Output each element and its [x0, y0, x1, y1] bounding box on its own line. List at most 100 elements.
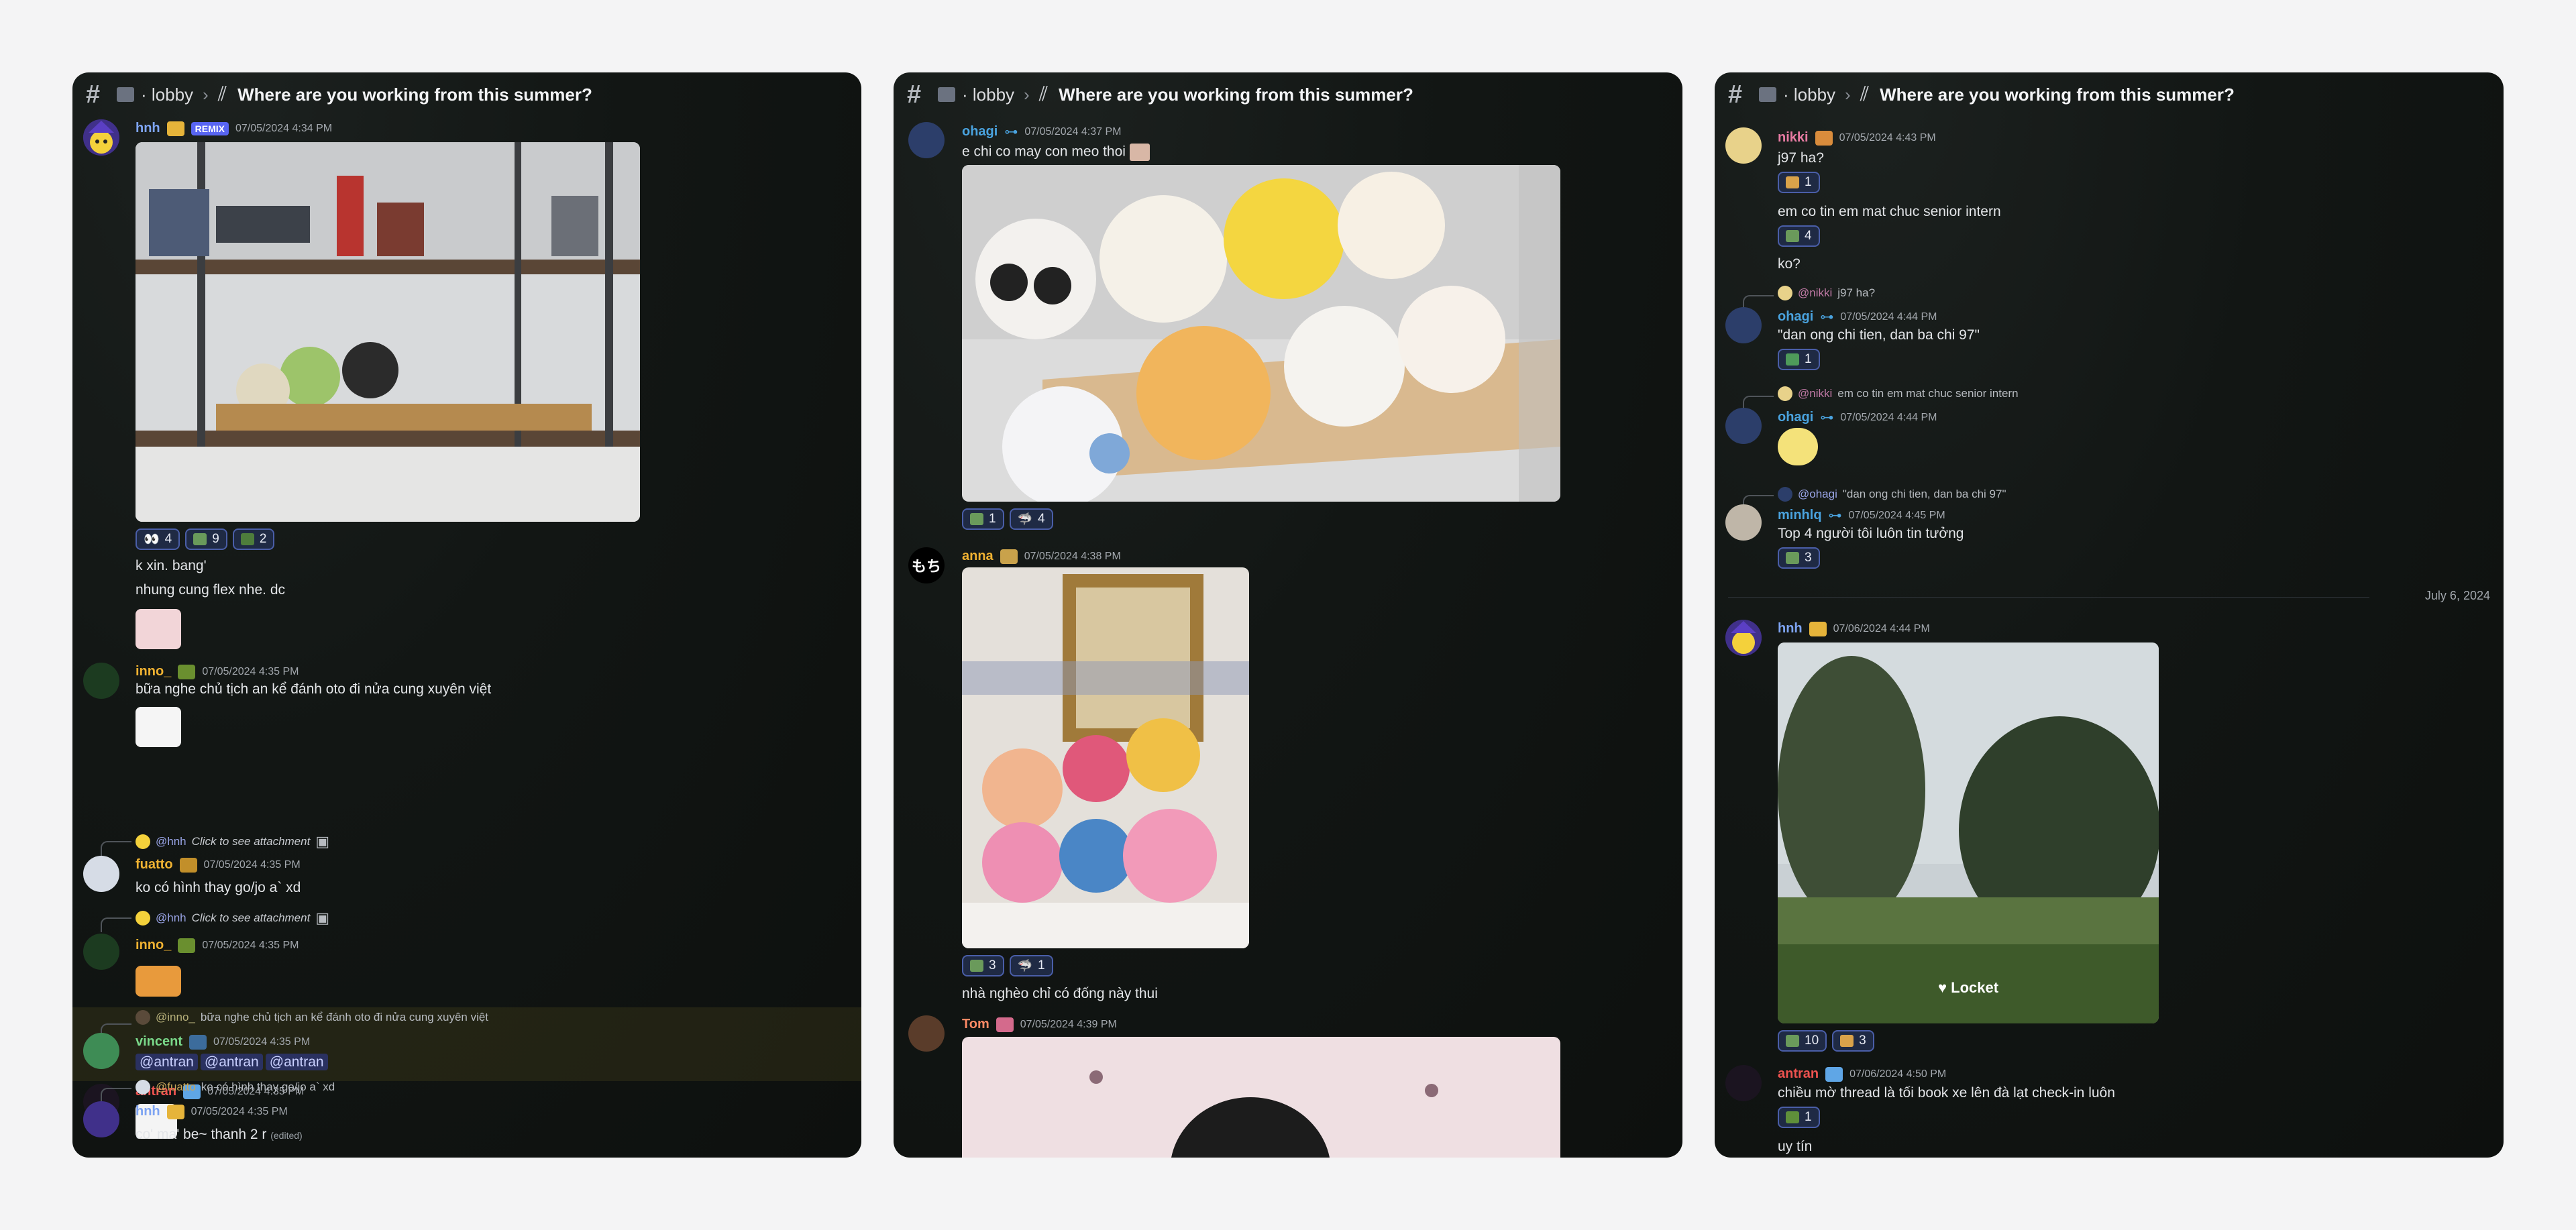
channel-name[interactable]: lobby [152, 85, 193, 105]
reaction-thumb[interactable]: 3 [1832, 1030, 1874, 1052]
username[interactable]: inno_ [136, 664, 171, 679]
reaction-shark[interactable]: 🦈 1 [1009, 955, 1053, 976]
reaction-frog[interactable]: 9 [185, 528, 227, 550]
channel-name[interactable]: lobby [973, 85, 1014, 105]
frog-icon [1786, 230, 1799, 242]
avatar[interactable] [1725, 504, 1762, 541]
reaction-money[interactable]: 1 [1778, 349, 1820, 370]
avatar[interactable] [908, 1015, 945, 1052]
username[interactable]: nikki [1778, 130, 1809, 146]
reaction-shark[interactable]: 🦈 4 [1009, 508, 1053, 530]
username[interactable]: minhlq [1778, 508, 1822, 523]
threads-hash-icon[interactable]: # [907, 80, 936, 109]
message-text: em co tin em mat chuc senior intern [1778, 204, 2001, 219]
reply-preview[interactable]: @fuatto ko có hình thay go/jo a` xd [136, 1080, 335, 1095]
chevron-right-icon: › [1024, 84, 1030, 105]
timestamp: 07/05/2024 4:34 PM [235, 122, 333, 134]
sticker-image[interactable] [1778, 428, 1818, 465]
avatar[interactable] [83, 856, 119, 892]
reaction-frog[interactable]: 4 [1778, 225, 1820, 247]
image-attachment-shelf[interactable] [136, 142, 640, 522]
image-attachment-trees[interactable]: ♥ Locket [1778, 642, 2159, 1023]
message-header: Tom 07/05/2024 4:39 PM [962, 1017, 1117, 1032]
user-mention[interactable]: @antran [200, 1054, 263, 1070]
avatar[interactable] [83, 1033, 119, 1069]
sticker-image[interactable] [136, 707, 181, 747]
reaction-frog[interactable]: 3 [1778, 547, 1820, 569]
check-icon [1786, 1111, 1799, 1123]
username[interactable]: vincent [136, 1034, 182, 1050]
reply-preview[interactable]: @hnh Click to see attachment ▣ [136, 833, 329, 850]
username[interactable]: ohagi [1778, 309, 1813, 325]
avatar[interactable] [83, 663, 119, 699]
username[interactable]: fuatto [136, 857, 173, 873]
avatar[interactable] [1725, 1065, 1762, 1101]
message-text-body: e chi co may con meo thoi [962, 144, 1126, 160]
username[interactable]: hnh [1778, 621, 1803, 636]
reply-preview[interactable]: @ohagi "dan ong chi tien, dan ba chi 97" [1778, 487, 2006, 502]
avatar[interactable] [1725, 408, 1762, 444]
avatar[interactable]: もち [908, 547, 945, 583]
reaction-thumb[interactable]: 1 [1778, 172, 1820, 193]
reaction-frog[interactable]: 10 [1778, 1030, 1827, 1052]
threads-hash-icon[interactable]: # [86, 80, 115, 109]
avatar[interactable] [1725, 307, 1762, 343]
sticker-image[interactable] [136, 609, 181, 649]
user-mention[interactable]: @antran [265, 1054, 328, 1070]
username[interactable]: inno_ [136, 938, 171, 953]
frog-badge-icon [178, 938, 196, 953]
username[interactable]: ohagi [1778, 410, 1813, 425]
message-text: k xin. bang' [136, 558, 207, 573]
shark-icon: 🦈 [1017, 512, 1032, 526]
thread-title: Where are you working from this summer? [1059, 84, 1413, 105]
reply-preview[interactable]: @inno_ bữa nghe chủ tịch an kể đánh oto … [136, 1010, 488, 1025]
threads-hash-icon[interactable]: # [1728, 80, 1758, 109]
thumb-icon [1786, 176, 1799, 188]
message-header: anna 07/05/2024 4:38 PM [962, 549, 1121, 564]
thread-panel-1: # · lobby › ⫽ Where are you working from… [72, 72, 861, 1158]
reply-preview[interactable]: @nikki em co tin em mat chuc senior inte… [1778, 386, 2019, 401]
username[interactable]: Tom [962, 1017, 989, 1032]
reply-avatar [1778, 487, 1792, 502]
sticker-image[interactable] [136, 966, 181, 997]
reply-mention: @inno_ [156, 1011, 195, 1023]
user-mention[interactable]: @antran [136, 1054, 198, 1070]
reaction-count: 9 [212, 532, 219, 546]
avatar[interactable] [83, 934, 119, 970]
reaction-check[interactable]: 1 [1778, 1107, 1820, 1128]
username[interactable]: antran [1778, 1066, 1819, 1082]
username[interactable]: hnh [136, 121, 160, 136]
username[interactable]: anna [962, 549, 994, 564]
reaction-frog-hat[interactable]: 2 [232, 528, 275, 550]
image-attachment-photo[interactable] [962, 1037, 1560, 1158]
message-header: nikki 07/05/2024 4:43 PM [1778, 130, 1936, 146]
image-attachment-cats[interactable] [962, 165, 1560, 502]
reaction-eyes[interactable]: 👀 4 [136, 528, 180, 550]
reaction-frog[interactable]: 3 [962, 955, 1004, 976]
reply-preview[interactable]: @hnh Click to see attachment ▣ [136, 909, 329, 927]
username[interactable]: hnh [136, 1104, 160, 1119]
reaction-count: 1 [1805, 352, 1812, 366]
message-text: j97 ha? [1778, 150, 1824, 166]
timestamp: 07/05/2024 4:43 PM [1839, 131, 1936, 144]
heart-icon: ♥ [1937, 979, 1947, 996]
reaction-frog[interactable]: 1 [962, 508, 1004, 530]
timestamp: 07/05/2024 4:35 PM [202, 939, 299, 951]
avatar[interactable] [83, 119, 119, 156]
timestamp: 07/05/2024 4:37 PM [1024, 125, 1122, 137]
avatar[interactable] [908, 122, 945, 158]
image-attachment-plushies[interactable] [962, 567, 1249, 948]
avatar[interactable] [83, 1101, 119, 1137]
frog-icon [970, 513, 983, 525]
channel-name[interactable]: lobby [1794, 85, 1835, 105]
avatar[interactable] [1725, 127, 1762, 164]
separator-dot: · [1783, 84, 1794, 105]
reply-avatar [136, 1080, 150, 1095]
reply-preview[interactable]: @nikki j97 ha? [1778, 286, 1875, 300]
username[interactable]: ohagi [962, 124, 998, 139]
reply-text: Click to see attachment [191, 911, 311, 924]
badge-icon [179, 857, 197, 873]
message-header: fuatto 07/05/2024 4:35 PM [136, 857, 301, 873]
badge-icon [189, 1034, 207, 1050]
avatar[interactable] [1725, 620, 1762, 656]
